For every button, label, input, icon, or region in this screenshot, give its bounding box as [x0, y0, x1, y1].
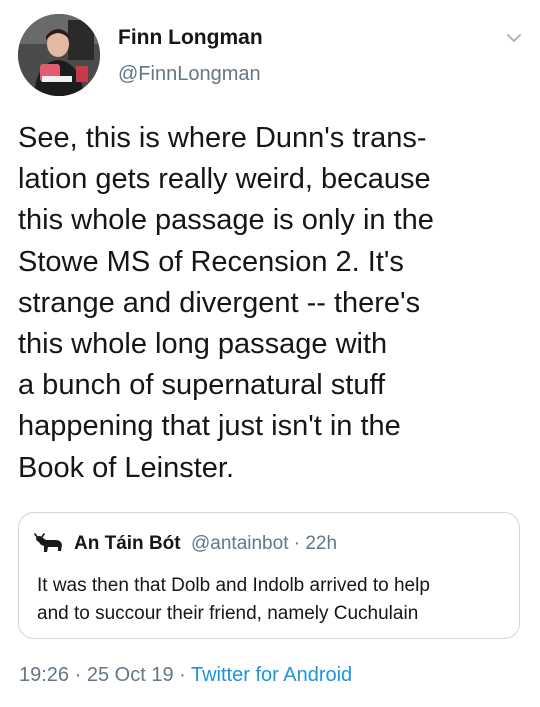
tweet-line: See, this is where Dunn's trans- [18, 122, 427, 154]
chevron-down-icon[interactable] [502, 26, 526, 50]
bull-icon [34, 532, 64, 556]
tweet-line: a bunch of supernatural stuff [18, 369, 386, 402]
tweet-line: this whole long passage with [18, 328, 388, 361]
quoted-author-name: An Táin Bót [74, 533, 181, 554]
tweet-meta: 19:26 · 25 Oct 19 · Twitter for Android [19, 664, 352, 687]
meta-separator: · [69, 664, 87, 686]
tweet-line: Book of Leinster. [18, 451, 235, 484]
profile-photo [18, 14, 100, 96]
quoted-tweet-text: It was then that Dolb and Indolb arrived… [37, 572, 512, 628]
tweet-source-link[interactable]: Twitter for Android [191, 664, 352, 686]
quoted-tweet-card[interactable]: An Táin Bót @antainbot · 22h It was then… [18, 512, 520, 639]
tweet-line: strange and divergent -- there's [18, 286, 421, 319]
quoted-tweet-line: and to succour their friend, namely Cuch… [37, 603, 419, 624]
tweet-date[interactable]: 25 Oct 19 [87, 664, 174, 686]
author-name[interactable]: Finn Longman [118, 26, 263, 50]
tweet-text: See, this is where Dunn's trans- lation … [18, 118, 523, 489]
tweet-line: this whole passage is only in the [18, 204, 434, 237]
meta-separator: · [173, 664, 191, 686]
quoted-author-handle-time: @antainbot · 22h [191, 533, 338, 554]
tweet-line: Stowe MS of Recension 2. It's [18, 245, 404, 278]
tweet-time[interactable]: 19:26 [19, 664, 69, 686]
tweet-line: lation gets really weird, because [18, 163, 431, 196]
avatar[interactable] [18, 14, 100, 96]
author-handle[interactable]: @FinnLongman [118, 63, 261, 86]
tweet-line: happening that just isn't in the [18, 410, 401, 443]
quoted-tweet-line: It was then that Dolb and Indolb arrived… [37, 575, 430, 596]
